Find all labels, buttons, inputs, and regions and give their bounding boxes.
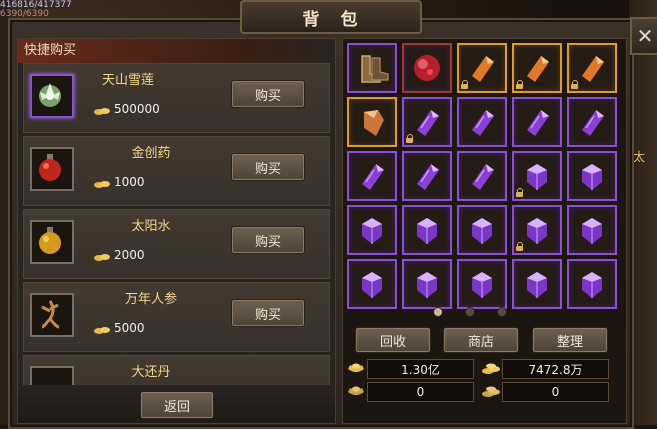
shop-button[interactable]: 商店 [443, 327, 519, 353]
list-item: 万年人参 5000 购买 [23, 282, 330, 352]
item-name: 金创药 [131, 146, 171, 161]
list-item: 太阳水 2000 购买 [23, 209, 330, 279]
inventory-slot[interactable] [512, 97, 562, 147]
lock-icon [571, 80, 579, 89]
item-price: 500000 [94, 102, 160, 116]
item-price: 5000 [94, 321, 145, 335]
quick-buy-panel: 快捷购买 天山雪莲 500000 购买 金创药 1000 购买 太阳水 2000… [17, 38, 336, 424]
inventory-slot[interactable] [567, 97, 617, 147]
inventory-slot[interactable] [347, 151, 397, 201]
inventory-slot[interactable] [402, 97, 452, 147]
inventory-slot[interactable] [567, 205, 617, 255]
quick-buy-header: 快捷购买 [18, 39, 335, 63]
red-potion-icon[interactable] [30, 147, 74, 191]
lotus-icon[interactable] [30, 74, 74, 118]
inventory-slot[interactable] [347, 43, 397, 93]
currency-row: 0 0 [347, 382, 623, 402]
quick-buy-list[interactable]: 天山雪莲 500000 购买 金创药 1000 购买 太阳水 2000 购买 万… [23, 63, 330, 387]
buy-button[interactable]: 购买 [231, 299, 305, 327]
left-edge [0, 0, 8, 425]
inventory-slot[interactable] [512, 151, 562, 201]
lock-icon [406, 134, 414, 143]
recycle-button[interactable]: 回收 [355, 327, 431, 353]
inventory-slot[interactable] [457, 259, 507, 309]
hud-stats: 416816/417377 6390/6390 [0, 0, 90, 20]
gold-coin-icon [94, 180, 110, 188]
inventory-slot[interactable] [567, 151, 617, 201]
item-name: 大还丹 [131, 365, 171, 380]
buy-button[interactable]: 购买 [231, 153, 305, 181]
buy-button[interactable]: 购买 [231, 226, 305, 254]
gold-coin-icon [94, 253, 110, 261]
close-icon: ✕ [636, 24, 654, 48]
lock-icon [516, 242, 524, 251]
lock-icon [516, 188, 524, 197]
lock-icon [461, 80, 469, 89]
list-item: 天山雪莲 500000 购买 [23, 63, 330, 133]
inventory-slot[interactable] [512, 43, 562, 93]
side-tag: 太 [633, 150, 646, 164]
page-dot[interactable] [465, 307, 475, 317]
page-indicator [433, 307, 533, 317]
window-title: 背 包 [240, 0, 422, 34]
gold-value: 7472.8万 [502, 359, 609, 379]
lock-icon [516, 80, 524, 89]
gold-coin-icon [94, 326, 110, 334]
sun-water-icon[interactable] [30, 220, 74, 264]
quick-buy-footer: 返回 [18, 385, 335, 423]
inventory-slot[interactable] [347, 97, 397, 147]
inventory-slot[interactable] [567, 259, 617, 309]
bag-panel: 回收 商店 整理 1.30亿 7472.8万 0 0 [342, 38, 627, 424]
pill-icon[interactable] [30, 366, 74, 387]
inventory-slot[interactable] [402, 205, 452, 255]
inventory-slot[interactable] [567, 43, 617, 93]
gold-coin-icon [94, 107, 110, 115]
item-price: 1000 [94, 175, 145, 189]
inventory-slot[interactable] [402, 43, 452, 93]
currency-row: 1.30亿 7472.8万 [347, 359, 623, 379]
ingot-value: 1.30亿 [367, 359, 474, 379]
bound-gold-icon [482, 386, 500, 397]
inventory-slot[interactable] [347, 205, 397, 255]
ingot-icon [348, 363, 364, 372]
inventory-slot[interactable] [512, 205, 562, 255]
list-item: 金创药 1000 购买 [23, 136, 330, 206]
inventory-slot[interactable] [457, 43, 507, 93]
sort-button[interactable]: 整理 [532, 327, 608, 353]
page-dot[interactable] [433, 307, 443, 317]
inventory-slot[interactable] [457, 205, 507, 255]
bound-ingot-value: 0 [367, 382, 474, 402]
gold-pile-icon [482, 363, 500, 374]
inventory-slot[interactable] [457, 97, 507, 147]
inventory-slot[interactable] [402, 151, 452, 201]
inventory-slot[interactable] [402, 259, 452, 309]
item-name: 天山雪莲 [102, 73, 155, 88]
page-dot[interactable] [497, 307, 507, 317]
back-button[interactable]: 返回 [140, 391, 214, 419]
bound-ingot-icon [348, 386, 364, 395]
item-name: 万年人参 [124, 292, 177, 307]
close-button[interactable]: ✕ [630, 17, 657, 55]
bound-gold-value: 0 [502, 382, 609, 402]
inventory-slot[interactable] [512, 259, 562, 309]
inventory-slot[interactable] [457, 151, 507, 201]
ginseng-icon[interactable] [30, 293, 74, 337]
item-price: 2000 [94, 248, 145, 262]
item-name: 太阳水 [131, 219, 171, 234]
list-item: 大还丹 [23, 355, 330, 387]
buy-button[interactable]: 购买 [231, 80, 305, 108]
inventory-slot[interactable] [347, 259, 397, 309]
